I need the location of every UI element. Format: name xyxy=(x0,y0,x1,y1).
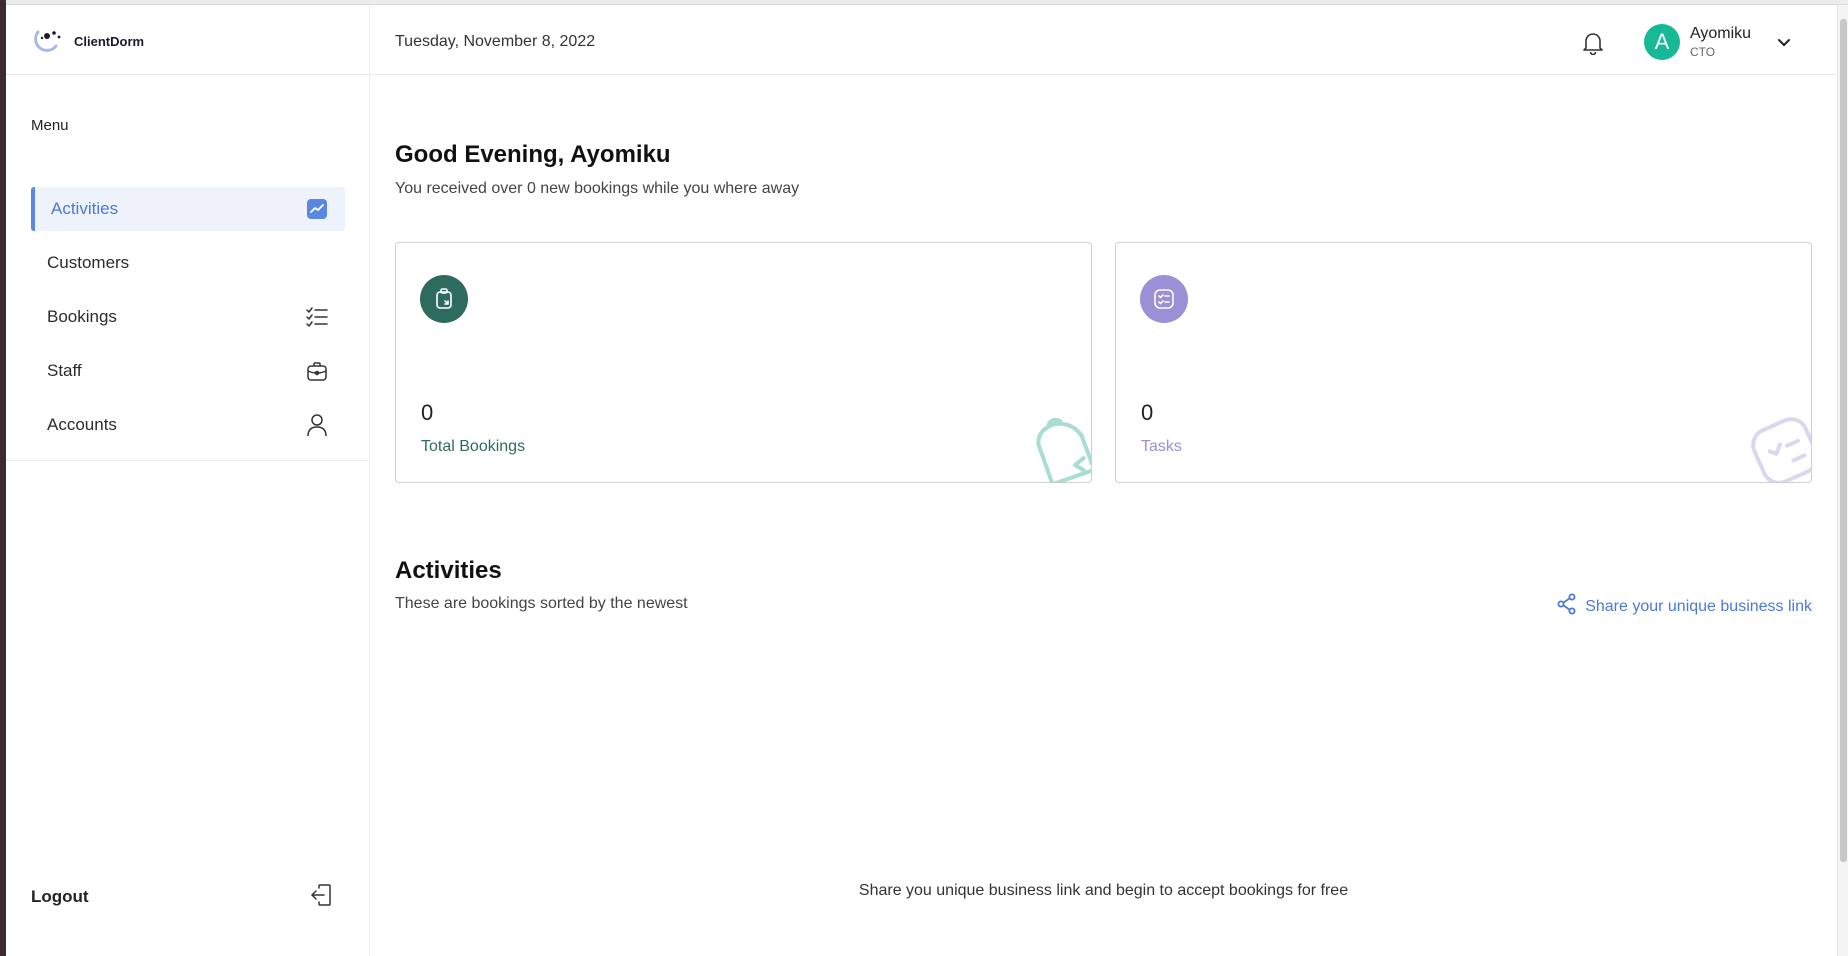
logout-label: Logout xyxy=(31,887,89,906)
scrollbar-thumb[interactable] xyxy=(1840,19,1847,862)
task-list-watermark-icon xyxy=(1745,411,1811,482)
user-role: CTO xyxy=(1690,45,1716,59)
notification-bell-icon[interactable] xyxy=(1582,31,1606,56)
share-icon xyxy=(1557,593,1577,620)
user-name: Ayomiku xyxy=(1690,25,1752,42)
tasks-card[interactable]: 0 Tasks xyxy=(1115,242,1812,483)
chevron-down-icon xyxy=(1775,33,1793,51)
sidebar-item-activities[interactable]: Activities xyxy=(31,187,345,231)
greeting-subtitle: You received over 0 new bookings while y… xyxy=(395,180,800,197)
logout-icon xyxy=(309,883,333,912)
avatar: A xyxy=(1644,24,1680,60)
vertical-scrollbar[interactable] xyxy=(1837,5,1848,956)
brand-logo-icon xyxy=(32,24,64,59)
trend-chart-icon xyxy=(305,197,329,221)
top-bar: Tuesday, November 8, 2022 A Ayomiku CTO xyxy=(370,5,1848,75)
sidebar-item-bookings[interactable]: Bookings xyxy=(31,295,345,339)
activities-title: Activities xyxy=(395,557,502,584)
sidebar-item-label: Customers xyxy=(47,253,130,272)
sidebar-nav-divider xyxy=(6,460,370,461)
briefcase-icon xyxy=(305,359,329,383)
sidebar-item-label: Bookings xyxy=(47,307,117,326)
tasks-value: 0 xyxy=(1141,400,1154,425)
share-link-label: Share your unique business link xyxy=(1585,597,1812,615)
sidebar-nav: Activities Customers Bookings Staff Acco… xyxy=(31,187,345,457)
sidebar: ClientDorm Menu Activities Customers Boo… xyxy=(6,5,370,956)
sidebar-item-staff[interactable]: Staff xyxy=(31,349,345,393)
sidebar-item-customers[interactable]: Customers xyxy=(31,241,345,285)
user-profile-menu[interactable]: A Ayomiku CTO xyxy=(1644,24,1793,60)
user-icon xyxy=(305,413,329,437)
total-bookings-card[interactable]: 0 Total Bookings xyxy=(395,242,1092,483)
clipboard-watermark-icon xyxy=(1027,417,1091,482)
sidebar-header-divider xyxy=(6,74,370,75)
share-business-link[interactable]: Share your unique business link xyxy=(1557,593,1812,620)
clipboard-icon xyxy=(420,275,468,323)
total-bookings-value: 0 xyxy=(421,400,434,425)
brand-logo[interactable]: ClientDorm xyxy=(32,23,144,59)
total-bookings-label: Total Bookings xyxy=(421,438,526,455)
sidebar-item-label: Activities xyxy=(51,199,119,218)
empty-state-message: Share you unique business link and begin… xyxy=(858,882,1349,899)
tasks-label: Tasks xyxy=(1141,438,1182,455)
sidebar-item-accounts[interactable]: Accounts xyxy=(31,403,345,447)
menu-label: Menu xyxy=(31,117,69,134)
current-date: Tuesday, November 8, 2022 xyxy=(395,33,596,50)
checklist-icon xyxy=(305,305,329,329)
sidebar-item-label: Staff xyxy=(47,361,82,380)
activities-subtitle: These are bookings sorted by the newest xyxy=(395,595,688,612)
greeting-title: Good Evening, Ayomiku xyxy=(395,141,671,168)
task-list-icon xyxy=(1140,275,1188,323)
logout-button[interactable]: Logout xyxy=(31,881,345,913)
brand-name: ClientDorm xyxy=(74,33,145,49)
sidebar-item-label: Accounts xyxy=(47,415,117,434)
